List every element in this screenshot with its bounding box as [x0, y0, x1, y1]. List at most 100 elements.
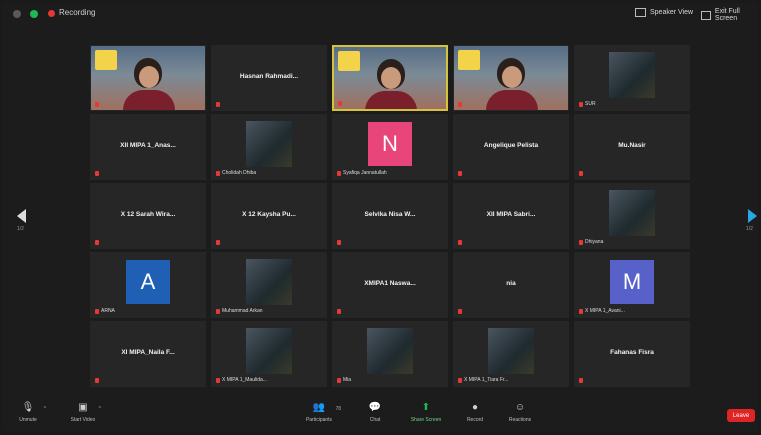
profile-photo — [488, 328, 534, 374]
page-indicator-right: 1/2 — [746, 226, 753, 232]
participant-tile[interactable]: N Syafiqa Jannatullah — [332, 114, 448, 180]
muted-mic-icon — [458, 309, 462, 314]
muted-mic-icon — [95, 378, 99, 383]
participant-tile[interactable]: Fahanas Fisra — [574, 321, 690, 387]
participant-tile[interactable]: Mia — [332, 321, 448, 387]
profile-photo — [609, 52, 655, 98]
share-screen-button[interactable]: ⬆ Share Screen — [406, 402, 446, 423]
participant-tag: SUR — [579, 101, 596, 107]
avatar: N — [368, 122, 412, 166]
participant-body — [122, 90, 175, 110]
participants-count: 78 — [335, 406, 341, 412]
participant-name: XII MIPA 1_Anas... — [120, 142, 176, 149]
participant-tile[interactable]: X 12 Sarah Wira... — [90, 183, 206, 249]
participant-tag — [458, 171, 464, 176]
speaker-view-label: Speaker View — [650, 9, 694, 16]
muted-mic-icon — [337, 240, 341, 245]
participant-tag: X MIPA 1_Maulida... — [216, 377, 267, 383]
participant-tag-label: Muhammad Arkan — [222, 308, 263, 314]
participant-tile[interactable]: X MIPA 1_Maulida... — [211, 321, 327, 387]
profile-photo — [246, 259, 292, 305]
muted-mic-icon — [216, 170, 220, 176]
participant-tag — [95, 171, 101, 176]
participant-tile[interactable]: nia — [453, 252, 569, 318]
participant-tile[interactable]: XMIPA1 Naswa... — [332, 252, 448, 318]
muted-mic-icon — [579, 171, 583, 176]
share-screen-icon: ⬆ — [421, 402, 431, 413]
participant-tile[interactable]: XI MIPA_Naila F... — [90, 321, 206, 387]
participant-tile[interactable]: SUR — [574, 45, 690, 111]
participant-name: X 12 Kaysha Pu... — [242, 211, 296, 218]
participant-tile[interactable] — [332, 45, 448, 111]
video-camera-icon: ▣ — [78, 402, 88, 413]
previous-page-arrow-icon[interactable] — [17, 209, 26, 223]
security-shield-icon[interactable] — [30, 10, 38, 18]
chevron-up-icon[interactable]: ^ — [99, 406, 101, 412]
participant-tile[interactable]: Hasnan Rahmadi... — [211, 45, 327, 111]
muted-mic-icon — [458, 171, 462, 176]
unmute-button[interactable]: 🎙 Unmute ^ — [8, 402, 48, 423]
speaker-view-button[interactable]: Speaker View — [635, 8, 693, 17]
start-video-button[interactable]: ▣ Start Video ^ — [63, 402, 103, 423]
profile-photo — [609, 190, 655, 236]
reactions-button[interactable]: ☺ Reactions — [500, 402, 540, 423]
participant-face — [501, 66, 522, 88]
participant-tile[interactable]: Muhammad Arkan — [211, 252, 327, 318]
zoom-window: Recording Speaker View Exit Full Screen … — [3, 3, 758, 431]
recording-label[interactable]: Recording — [59, 8, 95, 17]
participants-label: Participants — [305, 417, 333, 423]
record-dot-icon — [48, 10, 55, 17]
participants-button[interactable]: 👥 Participants 78 — [299, 402, 341, 423]
muted-mic-icon — [458, 102, 462, 107]
participant-tag-label: SUR — [585, 101, 596, 107]
muted-mic-icon — [458, 377, 462, 383]
participant-tag-label: X MIPA 1_Tiara Fr... — [464, 377, 509, 383]
info-icon[interactable] — [13, 10, 21, 18]
muted-mic-icon — [458, 240, 462, 245]
participant-tag — [338, 101, 344, 106]
participant-tag — [579, 378, 585, 383]
participant-tag-label: ARNA — [101, 308, 115, 314]
participant-name: Fahanas Fisra — [610, 349, 654, 356]
participant-tag: Syafiqa Jannatullah — [337, 170, 387, 176]
participant-tag — [95, 240, 101, 245]
logo-icon — [458, 50, 480, 70]
microphone-muted-icon: 🎙 — [21, 402, 35, 413]
participant-tag — [337, 309, 343, 314]
participant-tile[interactable]: XII MIPA 1_Anas... — [90, 114, 206, 180]
participant-tile[interactable]: Mu.Nasir — [574, 114, 690, 180]
participant-tile[interactable]: Angelique Pelista — [453, 114, 569, 180]
muted-mic-icon — [579, 378, 583, 383]
participant-name: nia — [506, 280, 516, 287]
fullscreen-label: Exit Full Screen — [714, 8, 740, 22]
participant-gallery: Hasnan Rahmadi... SUR XII MIPA 1_Anas... Ch… — [90, 45, 690, 387]
participant-tile[interactable]: XII MIPA Sabri... — [453, 183, 569, 249]
muted-mic-icon — [579, 239, 583, 245]
participant-tag: Muhammad Arkan — [216, 308, 263, 314]
participant-tile[interactable] — [453, 45, 569, 111]
participant-name: Angelique Pelista — [483, 142, 539, 149]
participant-name: Selvika Nisa W... — [364, 211, 416, 218]
participant-body — [485, 90, 538, 110]
participant-tag-label: Mia — [343, 377, 352, 383]
profile-photo — [246, 121, 292, 167]
chat-button[interactable]: 💬 Chat — [355, 402, 395, 423]
logo-icon — [95, 50, 117, 70]
participants-icon: 👥 — [312, 402, 326, 413]
participant-tile[interactable]: X 12 Kaysha Pu... — [211, 183, 327, 249]
chevron-up-icon[interactable]: ^ — [44, 406, 46, 412]
participant-tile[interactable]: M X MIPA 1_Avani... — [574, 252, 690, 318]
leave-meeting-button[interactable]: Leave — [727, 409, 755, 422]
participant-tile[interactable]: Dhiyana — [574, 183, 690, 249]
participant-tag — [337, 240, 343, 245]
participant-tile[interactable] — [90, 45, 206, 111]
fullscreen-button[interactable]: Exit Full Screen — [701, 8, 758, 22]
record-button[interactable]: ● Record — [455, 402, 495, 423]
participant-tile[interactable]: Cholidah Dhiba — [211, 114, 327, 180]
participant-tile[interactable]: A ARNA — [90, 252, 206, 318]
participant-face — [138, 66, 159, 88]
participant-tile[interactable]: X MIPA 1_Tiara Fr... — [453, 321, 569, 387]
participant-video — [334, 47, 446, 109]
participant-tile[interactable]: Selvika Nisa W... — [332, 183, 448, 249]
next-page-arrow-icon[interactable] — [748, 209, 757, 223]
